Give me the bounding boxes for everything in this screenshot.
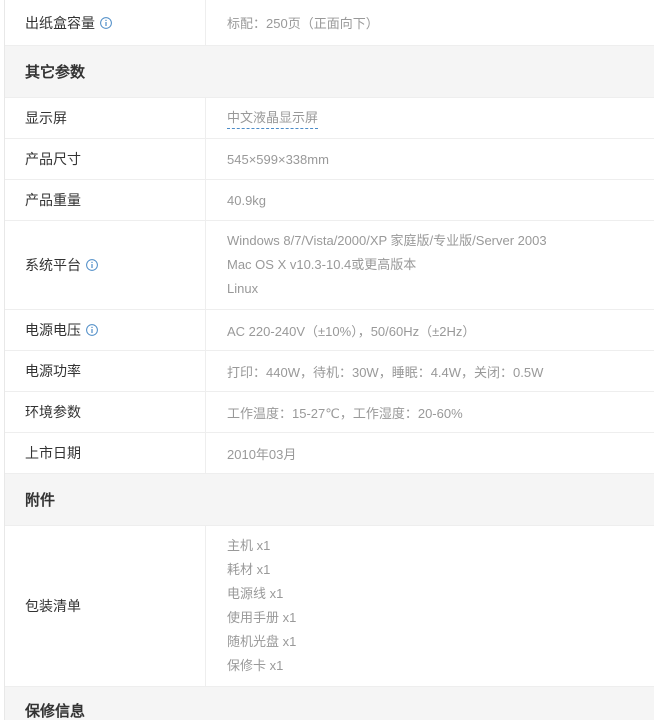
glossary-link[interactable]: 中文液晶显示屏	[227, 108, 319, 129]
spec-value: 打印：440W，待机：30W，睡眠：4.4W，关闭：0.5W	[206, 351, 654, 391]
spec-label-text: 上市日期	[25, 445, 81, 461]
info-icon[interactable]	[100, 16, 112, 29]
section-header-accessories: 附件	[5, 474, 654, 526]
spec-label: 电源电压	[5, 310, 206, 350]
spec-value-text: 2010年03月	[227, 446, 297, 462]
spec-label-text: 产品重量	[25, 192, 81, 208]
spec-row-paper-output: 出纸盒容量 标配：250页（正面向下）	[5, 0, 654, 46]
spec-label-text: 电源电压	[25, 322, 81, 338]
spec-value: 40.9kg	[206, 180, 654, 220]
section-header-other: 其它参数	[5, 46, 654, 98]
spec-value-line: Windows 8/7/Vista/2000/XP 家庭版/专业版/Server…	[227, 233, 547, 248]
spec-value-line: 使用手册 x1	[227, 610, 297, 625]
section-title: 保修信息	[25, 703, 86, 720]
spec-value: 标配：250页（正面向下）	[206, 0, 654, 45]
spec-value-text: 工作温度：15-27℃，工作湿度：20-60%	[227, 405, 463, 421]
spec-label: 产品重量	[5, 180, 206, 220]
spec-label: 电源功率	[5, 351, 206, 391]
spec-label-text: 显示屏	[25, 110, 67, 126]
spec-value: 中文液晶显示屏	[206, 98, 654, 138]
spec-value: Windows 8/7/Vista/2000/XP 家庭版/专业版/Server…	[206, 221, 654, 309]
spec-value: 主机 x1 耗材 x1 电源线 x1 使用手册 x1 随机光盘 x1 保修卡 x…	[206, 526, 654, 686]
spec-label: 上市日期	[5, 433, 206, 473]
spec-row-weight: 产品重量 40.9kg	[5, 180, 654, 221]
spec-row-os: 系统平台 Windows 8/7/Vista/2000/XP 家庭版/专业版/S…	[5, 221, 654, 310]
spec-label-text: 包装清单	[25, 598, 81, 614]
spec-label-text: 出纸盒容量	[25, 14, 95, 31]
spec-value-line: 随机光盘 x1	[227, 634, 297, 649]
spec-value-line: Linux	[227, 281, 259, 296]
spec-label: 环境参数	[5, 392, 206, 432]
section-header-warranty: 保修信息	[5, 687, 654, 720]
spec-label: 显示屏	[5, 98, 206, 138]
spec-value-text: 标配：250页（正面向下）	[227, 16, 379, 31]
spec-row-voltage: 电源电压 AC 220-240V（±10%），50/60Hz（±2Hz）	[5, 310, 654, 351]
spec-value-line: 耗材 x1	[227, 562, 271, 577]
spec-table: 出纸盒容量 标配：250页（正面向下） 其它参数 显示屏 中文液晶显示屏 产品尺…	[4, 0, 654, 720]
spec-row-package: 包装清单 主机 x1 耗材 x1 电源线 x1 使用手册 x1 随机光盘 x1 …	[5, 526, 654, 687]
spec-label-text: 产品尺寸	[25, 151, 81, 167]
section-title: 附件	[25, 492, 56, 509]
spec-row-power: 电源功率 打印：440W，待机：30W，睡眠：4.4W，关闭：0.5W	[5, 351, 654, 392]
spec-value: AC 220-240V（±10%），50/60Hz（±2Hz）	[206, 310, 654, 350]
spec-value-line: Mac OS X v10.3-10.4或更高版本	[227, 257, 417, 272]
spec-row-environment: 环境参数 工作温度：15-27℃，工作湿度：20-60%	[5, 392, 654, 433]
spec-value-text: 545×599×338mm	[227, 151, 329, 167]
spec-value-line: 保修卡 x1	[227, 658, 284, 673]
info-icon[interactable]	[86, 259, 98, 271]
section-title: 其它参数	[25, 64, 86, 81]
spec-value: 2010年03月	[206, 433, 654, 473]
spec-row-release-date: 上市日期 2010年03月	[5, 433, 654, 474]
info-icon[interactable]	[86, 324, 98, 336]
spec-label-text: 系统平台	[25, 257, 81, 273]
spec-value-line: 电源线 x1	[227, 586, 284, 601]
spec-value-text: 打印：440W，待机：30W，睡眠：4.4W，关闭：0.5W	[227, 364, 544, 380]
spec-value: 545×599×338mm	[206, 139, 654, 179]
spec-label-text: 电源功率	[25, 363, 81, 379]
spec-value-text: 40.9kg	[227, 192, 267, 208]
spec-value-text: AC 220-240V（±10%），50/60Hz（±2Hz）	[227, 323, 476, 339]
spec-value-line: 主机 x1	[227, 538, 271, 553]
spec-row-display: 显示屏 中文液晶显示屏	[5, 98, 654, 139]
spec-label: 包装清单	[5, 526, 206, 686]
spec-label: 产品尺寸	[5, 139, 206, 179]
spec-row-size: 产品尺寸 545×599×338mm	[5, 139, 654, 180]
spec-label: 系统平台	[5, 221, 206, 309]
spec-label: 出纸盒容量	[5, 0, 206, 45]
spec-label-text: 环境参数	[25, 404, 81, 420]
spec-value: 工作温度：15-27℃，工作湿度：20-60%	[206, 392, 654, 432]
